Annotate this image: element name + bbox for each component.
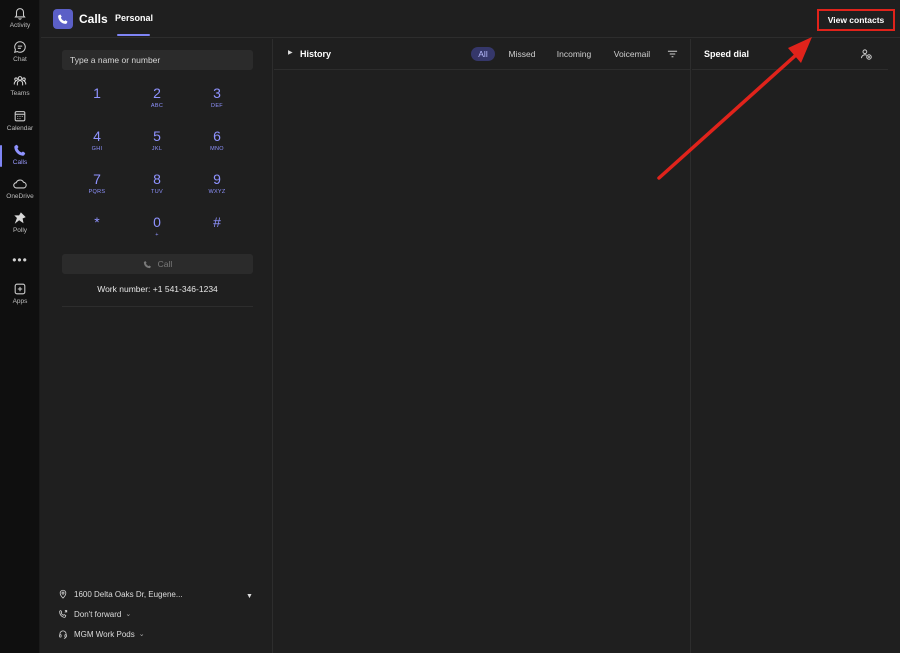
dial-key[interactable]: 8 TUV <box>137 172 177 208</box>
dial-key-digit: 5 <box>153 128 161 144</box>
phone-icon <box>14 144 26 156</box>
rail-item-activity[interactable]: Activity <box>0 6 40 36</box>
calls-header: Calls Personal View contacts <box>41 0 900 38</box>
dial-key[interactable]: 5 JKL <box>137 129 177 165</box>
add-contact-icon[interactable] <box>860 48 872 60</box>
tab-personal[interactable]: Personal <box>115 13 153 23</box>
more-apps-button[interactable]: ••• <box>0 253 40 267</box>
history-title[interactable]: History <box>300 49 331 59</box>
dial-key-digit: 3 <box>213 85 221 101</box>
forward-selector[interactable]: Don't forward ⌄ <box>58 607 131 621</box>
rail-label: Apps <box>12 298 28 305</box>
location-text: 1600 Delta Oaks Dr, Eugene... <box>74 589 183 599</box>
call-button-label: Call <box>157 259 173 269</box>
speed-dial-header: Speed dial <box>692 39 888 70</box>
polly-icon <box>14 212 26 224</box>
caret-down-icon[interactable]: ▼ <box>246 593 253 600</box>
divider <box>62 306 253 307</box>
dial-key[interactable]: # <box>197 215 237 251</box>
history-header: ▶ History All Missed Incoming Voicemail <box>274 39 691 70</box>
rail-item-chat[interactable]: Chat <box>0 40 40 70</box>
rail-label: OneDrive <box>6 193 34 200</box>
phone-icon <box>143 260 151 268</box>
dial-key-digit: 1 <box>93 85 101 101</box>
call-forward-icon <box>59 610 68 618</box>
dial-key-digit: 2 <box>153 85 161 101</box>
calendar-icon <box>14 111 26 122</box>
rail-item-apps[interactable]: Apps <box>0 282 40 312</box>
rail-item-onedrive[interactable]: OneDrive <box>0 177 40 207</box>
dial-key-digit: * <box>94 214 100 230</box>
speed-dial-panel: Speed dial <box>692 39 900 653</box>
dial-key-letters: WXYZ <box>208 189 226 195</box>
device-selector[interactable]: MGM Work Pods ⌄ <box>58 627 145 641</box>
apps-icon <box>14 283 26 295</box>
dial-key-digit: 9 <box>213 171 221 187</box>
dial-key[interactable]: 7 PQRS <box>77 172 117 208</box>
dial-key[interactable]: 2 ABC <box>137 86 177 122</box>
rail-label: Teams <box>10 90 30 97</box>
dial-key-letters: JKL <box>151 146 163 152</box>
dial-key[interactable]: 1 <box>77 86 117 122</box>
app-rail: Activity Chat Teams Calendar Calls OneDr… <box>0 0 40 653</box>
filter-icon[interactable] <box>667 49 678 59</box>
dial-key-digit: 4 <box>93 128 101 144</box>
dial-key-letters: MNO <box>210 146 224 152</box>
chat-icon <box>14 41 26 53</box>
work-number: Work number: +1 541-346-1234 <box>97 284 218 294</box>
dial-key-letters: DEF <box>211 103 223 109</box>
filter-incoming[interactable]: Incoming <box>551 47 597 61</box>
expand-caret-icon[interactable]: ▶ <box>288 49 293 56</box>
dial-key-digit: 7 <box>93 171 101 187</box>
dial-key[interactable]: 9 WXYZ <box>197 172 237 208</box>
view-contacts-button[interactable]: View contacts <box>817 9 895 31</box>
forward-text: Don't forward <box>74 609 122 619</box>
cloud-icon <box>13 179 27 189</box>
dial-key-digit: 8 <box>153 171 161 187</box>
filter-all[interactable]: All <box>471 47 495 61</box>
dial-key[interactable]: 0 + <box>137 215 177 251</box>
dial-key[interactable]: 6 MNO <box>197 129 237 165</box>
teams-icon <box>13 76 27 86</box>
dial-key[interactable]: 4 GHI <box>77 129 117 165</box>
rail-label: Chat <box>13 56 27 63</box>
dial-key-digit: 0 <box>153 214 161 230</box>
dial-key-letters: PQRS <box>88 189 106 195</box>
headset-icon <box>59 630 67 639</box>
speed-dial-title: Speed dial <box>704 49 750 59</box>
location-pin-icon <box>59 589 67 599</box>
dial-search-input[interactable] <box>62 50 253 70</box>
rail-label: Calls <box>12 159 28 166</box>
location-selector[interactable]: 1600 Delta Oaks Dr, Eugene... <box>58 587 183 601</box>
filter-missed[interactable]: Missed <box>504 47 540 61</box>
filter-voicemail[interactable]: Voicemail <box>608 47 656 61</box>
dial-key-letters: ABC <box>150 103 164 109</box>
rail-item-teams[interactable]: Teams <box>0 74 40 104</box>
dial-key-digit: 6 <box>213 128 221 144</box>
rail-item-polly[interactable]: Polly <box>0 211 40 241</box>
rail-item-calls[interactable]: Calls <box>0 143 40 173</box>
dialpad-panel: 1 2 ABC 3 DEF 4 GHI 5 JKL 6 MNO 7 PQRS 8 TUV 9 W… <box>41 39 273 653</box>
calls-app-icon <box>53 9 73 29</box>
chevron-down-icon: ⌄ <box>138 631 145 638</box>
dial-key[interactable]: 3 DEF <box>197 86 237 122</box>
call-button[interactable]: Call <box>62 254 253 274</box>
dial-key-letters: + <box>155 232 159 238</box>
dial-key[interactable]: * <box>77 215 117 251</box>
rail-label: Activity <box>9 22 31 29</box>
rail-label: Calendar <box>6 125 34 132</box>
rail-item-calendar[interactable]: Calendar <box>0 109 40 139</box>
dial-key-letters: TUV <box>151 189 163 195</box>
phone-icon <box>58 14 68 24</box>
device-text: MGM Work Pods <box>74 629 135 639</box>
rail-label: Polly <box>12 227 28 234</box>
bell-icon <box>14 8 26 20</box>
history-panel: ▶ History All Missed Incoming Voicemail <box>274 39 691 653</box>
chevron-down-icon: ⌄ <box>125 611 132 618</box>
page-title: Calls <box>79 12 108 26</box>
tab-active-indicator <box>117 34 150 36</box>
dial-key-digit: # <box>213 214 221 230</box>
dial-key-letters: GHI <box>91 146 103 152</box>
